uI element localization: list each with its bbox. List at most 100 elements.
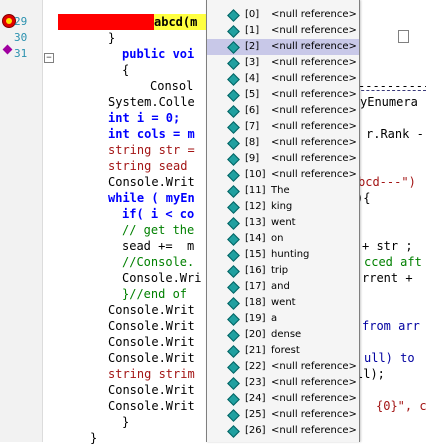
array-index: [23] [245,377,266,388]
field-icon [227,393,240,406]
array-index: [21] [245,345,266,356]
datatip-row[interactable]: [3] <null reference> [207,55,359,71]
array-index: [9] [245,153,260,164]
array-index: [15] [245,249,266,260]
array-value: <null reference> [271,377,357,388]
field-icon [227,105,240,118]
popup-scroll-handle[interactable] [398,30,409,43]
datatip-row[interactable]: [22] <null reference> [207,359,359,375]
array-index: [14] [245,233,266,244]
datatip-row[interactable]: [5] <null reference> [207,87,359,103]
datatip-row[interactable]: [7] <null reference> [207,119,359,135]
array-value: <null reference> [271,25,357,36]
field-icon [227,121,240,134]
datatip-row[interactable]: [6] <null reference> [207,103,359,119]
array-index: [16] [245,265,266,276]
datatip-row[interactable]: [26] <null reference> [207,423,359,439]
field-icon [227,265,240,278]
datatip-row[interactable]: [8] <null reference> [207,135,359,151]
array-index: [5] [245,89,260,100]
separator-line [356,90,426,91]
code-fragment: ll); [356,367,385,381]
field-icon [227,425,240,438]
code-line: int cols = m [108,127,195,141]
datatip-row[interactable]: [21] forest [207,343,359,359]
array-index: [17] [245,281,266,292]
array-index: [6] [245,105,260,116]
bookmark-icon [2,44,13,55]
field-icon [227,169,240,182]
array-value: king [271,201,293,212]
array-value: <null reference> [271,361,357,372]
array-index: [4] [245,73,260,84]
datatip-row[interactable]: [13] went [207,215,359,231]
datatip-row[interactable]: [15] hunting [207,247,359,263]
field-icon [227,217,240,230]
field-icon [227,89,240,102]
datatip-row[interactable]: [14] on [207,231,359,247]
array-value: went [271,297,296,308]
array-index: [20] [245,329,266,340]
code-line: int i = 0; [108,111,181,125]
code-line: Console.Writ [108,383,195,397]
field-icon [227,297,240,310]
array-value: <null reference> [271,89,357,100]
code-fragment: ---------- [358,79,426,93]
datatip-row[interactable]: [1] <null reference> [207,23,359,39]
field-icon [227,153,240,166]
field-icon [227,9,240,22]
code-line: public voi [122,47,195,61]
array-index: [12] [245,201,266,212]
datatip-row[interactable]: [10] <null reference> [207,167,359,183]
datatip-row[interactable]: [20] dense [207,327,359,343]
datatip-row[interactable]: [0] <null reference> [207,7,359,23]
datatip-row[interactable]: [11] The [207,183,359,199]
datatip-array-popup[interactable]: [0] <null reference> [1] <null reference> [2… [206,0,409,442]
array-value: a [271,313,278,324]
array-value: trip [271,265,289,276]
code-line: //Console. [122,255,195,269]
code-fragment: + str ; [362,239,413,253]
field-icon [227,313,240,326]
code-line: if( i < co [122,207,195,221]
field-icon [227,345,240,358]
datatip-row[interactable]: [19] a [207,311,359,327]
datatip-row[interactable]: [4] <null reference> [207,71,359,87]
datatip-row[interactable]: [23] <null reference> [207,375,359,391]
code-line: Console.Writ [108,303,195,317]
array-index: [7] [245,121,260,132]
code-line: } [108,31,116,45]
code-fragment: bcd---") [358,175,416,189]
code-line: } [122,415,130,429]
array-value: dense [271,329,302,340]
code-line: Console.Writ [108,351,195,365]
array-index: [11] [245,185,266,196]
field-icon [227,249,240,262]
array-value: <null reference> [271,169,357,180]
collapse-toggle-icon[interactable]: − [44,53,54,63]
array-value: went [271,217,296,228]
field-icon [227,233,240,246]
array-index: [8] [245,137,260,148]
array-index: [22] [245,361,266,372]
datatip-row[interactable]: [18] went [207,295,359,311]
code-fragment: cced aft [364,255,422,269]
array-value: <null reference> [271,41,357,52]
datatip-row[interactable]: [25] <null reference> [207,407,359,423]
line-number: 29 [14,15,28,28]
datatip-row[interactable]: [24] <null reference> [207,391,359,407]
array-index: [26] [245,425,266,436]
datatip-row[interactable]: [17] and [207,279,359,295]
array-value: <null reference> [271,137,357,148]
array-index: [25] [245,409,266,420]
field-icon [227,409,240,422]
code-fragment: rrent + [362,271,413,285]
datatip-row[interactable]: [9] <null reference> [207,151,359,167]
field-icon [227,329,240,342]
datatip-row[interactable]: [2] <null reference> [207,39,359,55]
array-value: forest [271,345,300,356]
datatip-row[interactable]: [16] trip [207,263,359,279]
code-line: while ( myEn [108,191,195,205]
field-icon [227,377,240,390]
datatip-row[interactable]: [12] king [207,199,359,215]
